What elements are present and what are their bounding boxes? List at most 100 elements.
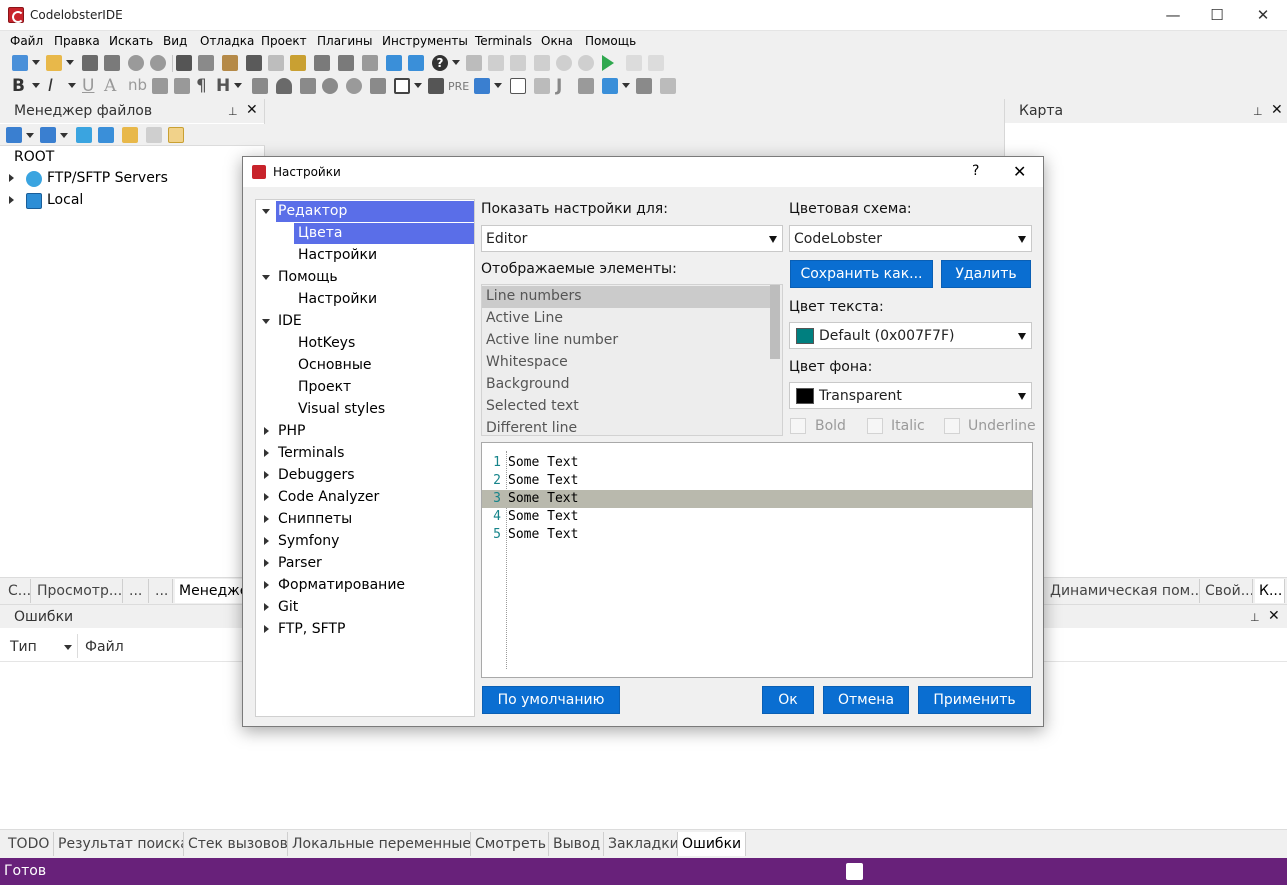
menu-debug[interactable]: Отладка — [200, 34, 254, 48]
form-icon[interactable] — [534, 78, 550, 94]
list-item[interactable]: Active Line — [482, 308, 772, 330]
tree-item-general[interactable]: Основные — [298, 355, 372, 376]
save-all-icon[interactable] — [104, 55, 120, 71]
tab-search-results[interactable]: Результат поиска — [54, 832, 184, 856]
tree-item-project[interactable]: Проект — [298, 377, 351, 398]
breakpoint-icon[interactable] — [556, 55, 572, 71]
tab-dynamic-help[interactable]: Динамическая пом... — [1046, 579, 1200, 603]
copyright-icon[interactable] — [346, 78, 362, 94]
tab-errors[interactable]: Ошибки — [678, 832, 746, 856]
collapse-icon[interactable] — [262, 319, 270, 324]
continue-icon[interactable] — [626, 55, 642, 71]
tree-node-local[interactable]: Local — [47, 192, 83, 208]
tree-item-git[interactable]: Git — [278, 597, 298, 618]
cut-icon[interactable] — [176, 55, 192, 71]
chevron-down-icon[interactable] — [60, 133, 68, 138]
expand-icon[interactable] — [264, 515, 269, 523]
menu-windows[interactable]: Окна — [541, 34, 573, 48]
bold-icon[interactable]: B — [12, 76, 25, 96]
tab-preview[interactable]: Просмотр... — [33, 579, 123, 603]
pause-icon[interactable] — [648, 55, 664, 71]
tab-properties[interactable]: Свой... — [1201, 579, 1253, 603]
menu-plugins[interactable]: Плагины — [317, 34, 372, 48]
settings-icon[interactable] — [98, 127, 114, 143]
copy-icon[interactable] — [198, 55, 214, 71]
list-item[interactable]: Different line — [482, 418, 772, 435]
close-panel-button[interactable]: ✕ — [246, 102, 258, 118]
bookmark-icon[interactable] — [362, 55, 378, 71]
default-button[interactable]: По умолчанию — [482, 686, 620, 714]
tree-item-snippets[interactable]: Сниппеты — [278, 509, 352, 530]
tree-item-parser[interactable]: Parser — [278, 553, 322, 574]
image-icon[interactable] — [252, 78, 268, 94]
ordered-list-icon[interactable] — [474, 78, 490, 94]
debug-start-icon[interactable] — [602, 55, 614, 71]
apply-button[interactable]: Применить — [918, 686, 1031, 714]
tree-item-editor[interactable]: Редактор — [276, 201, 474, 222]
anchor-icon[interactable] — [276, 78, 292, 94]
chevron-down-icon[interactable] — [234, 83, 242, 88]
menu-terminals[interactable]: Terminals — [475, 34, 532, 48]
expand-icon[interactable] — [264, 537, 269, 545]
list-item[interactable]: Background — [482, 374, 772, 396]
close-panel-button[interactable]: ✕ — [1268, 608, 1280, 624]
folder-icon[interactable] — [122, 127, 138, 143]
expand-icon[interactable] — [264, 449, 269, 457]
tree-item-help-settings[interactable]: Настройки — [298, 289, 377, 310]
save-as-button[interactable]: Сохранить как... — [790, 260, 933, 288]
paragraph-icon[interactable]: ¶ — [196, 76, 207, 96]
refresh-icon[interactable] — [76, 127, 92, 143]
tree-item-visual-styles[interactable]: Visual styles — [298, 399, 385, 420]
paste-icon[interactable] — [222, 55, 238, 71]
expand-icon[interactable] — [264, 603, 269, 611]
chevron-down-icon[interactable] — [32, 83, 40, 88]
tab-output[interactable]: Вывод — [549, 832, 604, 856]
tree-item-symfony[interactable]: Symfony — [278, 531, 339, 552]
tree-node-ftp[interactable]: FTP/SFTP Servers — [47, 170, 168, 186]
tab-local-variables[interactable]: Локальные переменные — [288, 832, 471, 856]
column-file[interactable]: Файл — [85, 639, 124, 655]
box-icon[interactable] — [394, 78, 410, 94]
tree-item-editor-settings[interactable]: Настройки — [298, 245, 377, 266]
back-arrow-icon[interactable] — [314, 55, 330, 71]
redo-icon[interactable] — [150, 55, 166, 71]
expand-icon[interactable] — [264, 471, 269, 479]
menu-view[interactable]: Вид — [163, 34, 187, 48]
comment-icon[interactable] — [322, 78, 338, 94]
find-in-files-icon[interactable] — [290, 55, 306, 71]
forward-arrow-icon[interactable] — [338, 55, 354, 71]
help-button[interactable]: ? — [972, 163, 979, 179]
menu-search[interactable]: Искать — [109, 34, 153, 48]
expand-icon[interactable] — [264, 625, 269, 633]
tree-item-formatting[interactable]: Форматирование — [278, 575, 405, 596]
chevron-down-icon[interactable] — [494, 83, 502, 88]
tree-item-hotkeys[interactable]: HotKeys — [298, 333, 355, 354]
chevron-down-icon[interactable] — [414, 83, 422, 88]
pin-icon[interactable]: ⊥ — [1250, 611, 1260, 624]
tree-item-ftp-sftp[interactable]: FTP, SFTP — [278, 619, 345, 640]
tree-item-code-analyzer[interactable]: Code Analyzer — [278, 487, 379, 508]
undo-icon[interactable] — [128, 55, 144, 71]
bg-color-select[interactable]: Transparent — [789, 382, 1032, 409]
maximize-button[interactable]: ☐ — [1194, 0, 1240, 31]
chevron-down-icon[interactable] — [68, 83, 76, 88]
tab-left-3[interactable]: ... — [125, 579, 149, 603]
bold-checkbox[interactable] — [790, 418, 806, 434]
expand-icon[interactable] — [264, 493, 269, 501]
step-over-icon[interactable] — [488, 55, 504, 71]
tree-item-ide[interactable]: IDE — [278, 311, 302, 332]
notification-icon[interactable] — [846, 863, 863, 880]
stop-icon[interactable] — [534, 55, 550, 71]
tab-left-1[interactable]: С... — [4, 579, 31, 603]
minimize-button[interactable]: — — [1150, 0, 1196, 31]
tree-item-terminals[interactable]: Terminals — [278, 443, 344, 464]
hr-icon[interactable] — [300, 78, 316, 94]
tab-todo[interactable]: TODO — [4, 832, 54, 856]
replace-icon[interactable] — [268, 55, 284, 71]
underline-checkbox[interactable] — [944, 418, 960, 434]
tab-map[interactable]: К... — [1255, 579, 1285, 603]
pin-icon[interactable]: ⊥ — [1253, 105, 1263, 118]
input-icon[interactable] — [602, 78, 618, 94]
cancel-button[interactable]: Отмена — [823, 686, 909, 714]
delete-button[interactable]: Удалить — [941, 260, 1031, 288]
